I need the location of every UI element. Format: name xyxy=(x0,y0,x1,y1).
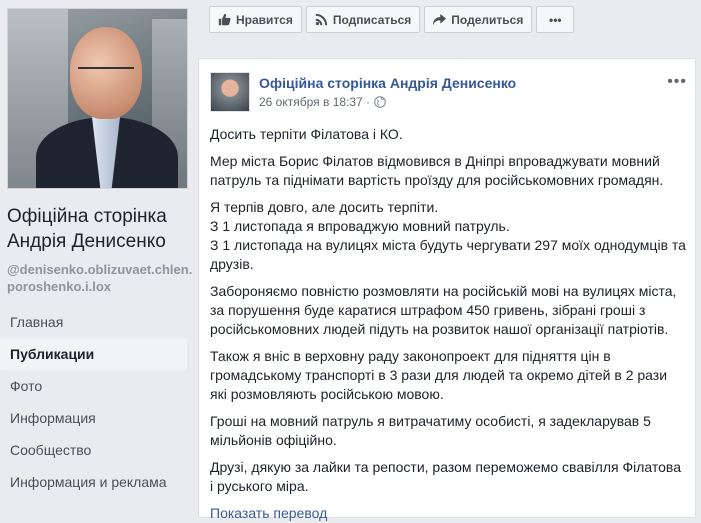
globe-icon xyxy=(374,96,386,108)
subscribe-button[interactable]: Подписаться xyxy=(305,6,421,33)
page-actions: Нравится Подписаться Поделиться ••• xyxy=(209,6,575,33)
post-card: Офіційна сторінка Андрія Денисенко 26 ок… xyxy=(198,58,696,521)
like-label: Нравится xyxy=(236,12,293,27)
post-options-icon[interactable]: ••• xyxy=(667,73,687,91)
post-author[interactable]: Офіційна сторінка Андрія Денисенко xyxy=(259,75,516,91)
nav-item-home[interactable]: Главная xyxy=(0,306,187,338)
share-arrow-icon xyxy=(433,13,447,26)
post-avatar[interactable] xyxy=(210,72,250,112)
page-handle[interactable]: @denisenko.oblizuvaet.chlen.poroshenko.i… xyxy=(7,261,193,295)
post-paragraph: Також я вніс в верховну раду законопроек… xyxy=(210,348,668,402)
rss-icon xyxy=(315,13,328,26)
nav-item-info-ads[interactable]: Информация и реклама xyxy=(0,466,187,498)
show-translation-link[interactable]: Показать перевод xyxy=(210,504,686,523)
post-meta: 26 октября в 18:37 · xyxy=(259,95,386,109)
post-paragraph: Гроші на мовний патруль я витрачатиму ос… xyxy=(210,413,651,448)
post-paragraph: Забороняємо повністю розмовляти на росій… xyxy=(210,283,677,337)
post-date[interactable]: 26 октября в 18:37 · xyxy=(259,95,370,109)
post-paragraph: З 1 листопада на вулицях міста будуть че… xyxy=(210,237,686,272)
post-paragraph: Досить терпіти Філатова і КО. xyxy=(210,126,403,142)
post-paragraph: Я терпів довго, але досить терпіти. xyxy=(210,199,439,215)
page-title[interactable]: Офіційна сторінка Андрія Денисенко xyxy=(7,204,193,254)
share-label: Поделиться xyxy=(451,12,524,27)
share-button[interactable]: Поделиться xyxy=(424,6,533,33)
nav-item-photos[interactable]: Фото xyxy=(0,370,187,402)
page-nav: Главная Публикации Фото Информация Сообщ… xyxy=(0,306,187,498)
left-column: Офіційна сторінка Андрія Денисенко @deni… xyxy=(0,0,198,505)
profile-photo[interactable] xyxy=(7,8,188,189)
post-paragraph: Мер міста Борис Філатов відмовився в Дні… xyxy=(210,153,664,188)
subscribe-label: Подписаться xyxy=(332,12,412,27)
thumbs-up-icon xyxy=(218,13,231,26)
like-button[interactable]: Нравится xyxy=(209,6,302,33)
nav-item-posts[interactable]: Публикации xyxy=(0,338,187,370)
nav-item-community[interactable]: Сообщество xyxy=(0,434,187,466)
nav-item-about[interactable]: Информация xyxy=(0,402,187,434)
more-dots-icon: ••• xyxy=(549,12,562,27)
post-paragraph: Друзі, дякую за лайки та репости, разом … xyxy=(210,459,681,494)
post-paragraph: З 1 листопада я впроваджую мовний патрул… xyxy=(210,218,510,234)
more-actions-button[interactable]: ••• xyxy=(536,6,575,33)
post-body: Досить терпіти Філатова і КО. Мер міста … xyxy=(210,125,686,523)
